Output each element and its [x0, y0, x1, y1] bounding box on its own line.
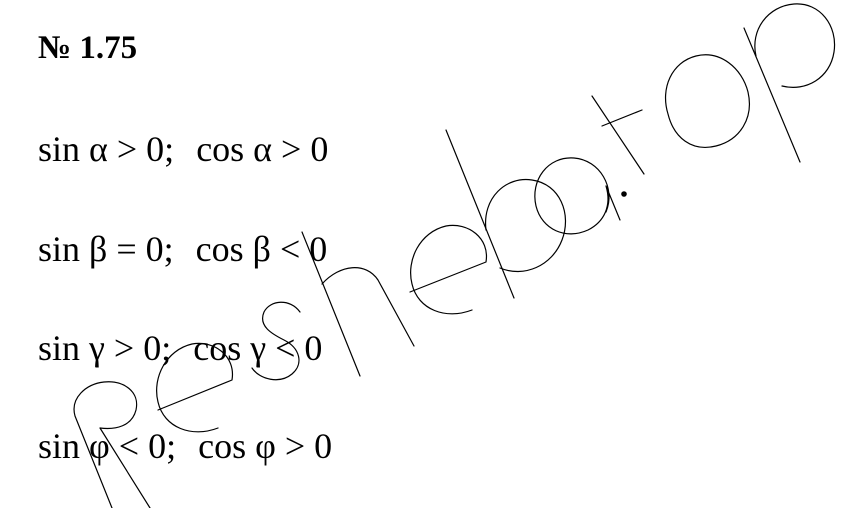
formula-line-beta: sin β = 0; cos β < 0 — [38, 227, 327, 271]
formula-cos-gamma: cos γ < 0 — [193, 328, 323, 368]
formula-sin-alpha: sin α > 0; — [38, 129, 175, 169]
watermark-letter-a — [534, 157, 621, 235]
watermark-letter-h-arc — [321, 267, 415, 347]
problem-number: № 1.75 — [38, 30, 138, 66]
watermark-letter-p-bowl — [754, 3, 836, 88]
formula-line-gamma: sin γ > 0; cos γ < 0 — [38, 326, 322, 370]
watermark-dot — [621, 191, 627, 197]
formula-line-phi: sin φ < 0; cos φ > 0 — [38, 424, 332, 468]
formula-sin-beta: sin β = 0; — [38, 229, 174, 269]
watermark-letter-b-bowl — [485, 178, 567, 273]
watermark-letter-b — [445, 129, 515, 299]
watermark-letter-p — [743, 27, 801, 163]
formula-sin-phi: sin φ < 0; — [38, 426, 177, 466]
formula-cos-alpha: cos α > 0 — [196, 129, 329, 169]
watermark-letter-e2 — [409, 224, 488, 315]
watermark-letter-t — [591, 95, 645, 175]
formula-cos-beta: cos β < 0 — [195, 229, 328, 269]
formula-cos-phi: cos φ > 0 — [198, 426, 333, 466]
watermark-letter-o — [664, 54, 750, 148]
formula-sin-gamma: sin γ > 0; — [38, 328, 172, 368]
formula-line-alpha: sin α > 0; cos α > 0 — [38, 127, 328, 171]
watermark-letter-t-bar — [601, 109, 643, 127]
